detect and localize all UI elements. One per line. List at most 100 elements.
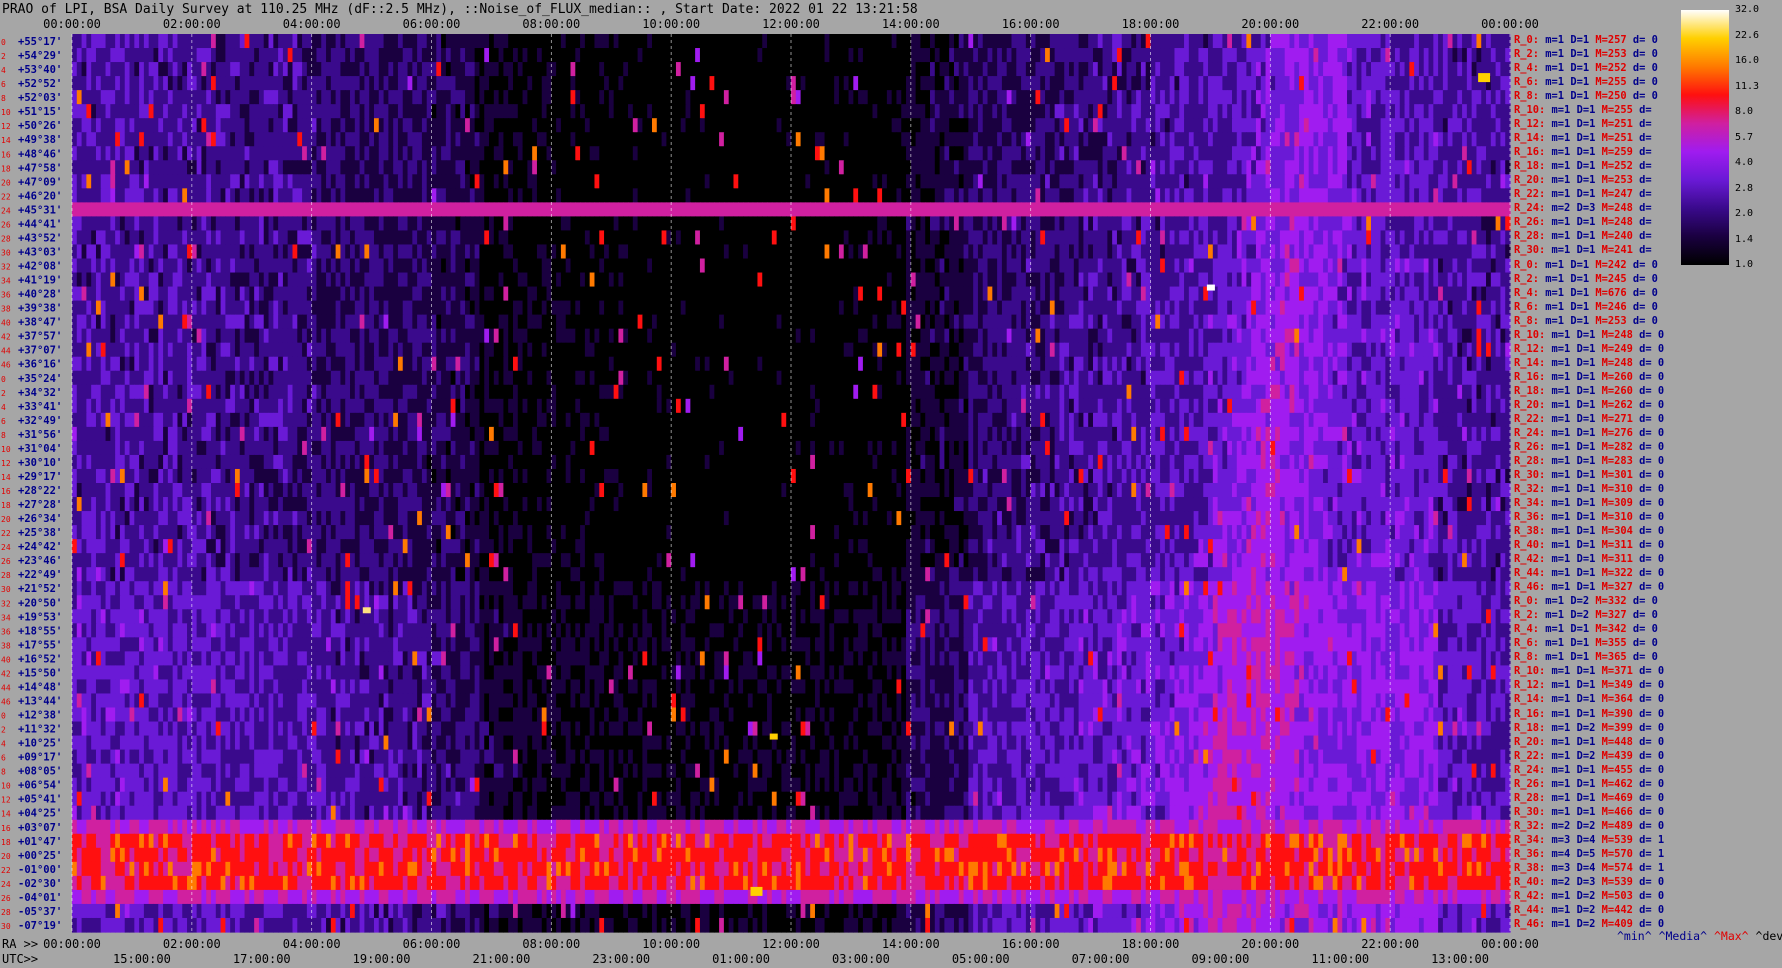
heatmap-cell — [245, 62, 250, 77]
heatmap-cell — [1107, 48, 1112, 63]
heatmap-cell — [796, 62, 801, 77]
heatmap-cell — [1069, 104, 1074, 119]
heatmap-cell — [561, 34, 566, 49]
heatmap-cell — [168, 104, 173, 119]
heatmap-cell — [441, 230, 446, 245]
heatmap-cell — [882, 48, 887, 63]
heatmap-cell — [628, 174, 633, 189]
heatmap-cell — [1424, 34, 1429, 49]
heatmap-cell — [733, 48, 738, 63]
heatmap-cell — [1098, 90, 1103, 105]
heatmap-cell — [1222, 174, 1227, 189]
heatmap-cell — [997, 244, 1002, 259]
heatmap-cell — [1218, 132, 1223, 147]
heatmap-cell — [1160, 76, 1165, 91]
heatmap-cell — [1189, 230, 1194, 245]
heatmap-cell — [331, 202, 336, 217]
heatmap-cell — [484, 76, 489, 91]
heatmap-cell — [1031, 62, 1036, 77]
heatmap-cell — [762, 118, 767, 133]
heatmap-cell — [590, 132, 595, 147]
heatmap-cell — [345, 90, 350, 105]
heatmap-cell — [460, 230, 465, 245]
heatmap-cell — [1467, 216, 1472, 231]
heatmap-cell — [1131, 244, 1136, 259]
heatmap-cell — [757, 188, 762, 203]
heatmap-cell — [503, 76, 508, 91]
heatmap-cell — [125, 104, 130, 119]
heatmap-cell — [1472, 104, 1477, 119]
heatmap-cell — [235, 62, 240, 77]
heatmap-cell — [724, 34, 729, 49]
heatmap-cell — [230, 216, 235, 231]
heatmap-cell — [479, 259, 484, 274]
heatmap-cell — [475, 146, 480, 161]
heatmap-cell — [1136, 202, 1141, 217]
heatmap-cell — [1213, 90, 1218, 105]
heatmap-cell — [527, 48, 532, 63]
heatmap-cell — [297, 118, 302, 133]
heatmap-cell — [710, 48, 715, 63]
heatmap-cell — [537, 146, 542, 161]
heatmap-cell — [892, 230, 897, 245]
heatmap-cell — [983, 174, 988, 189]
heatmap-cell — [489, 76, 494, 91]
heatmap-cell — [403, 244, 408, 259]
heatmap-cell — [662, 202, 667, 217]
heatmap-cell — [1002, 216, 1007, 231]
heatmap-cell — [326, 188, 331, 203]
heatmap-cell — [1198, 202, 1203, 217]
heatmap-cell — [1323, 118, 1328, 133]
heatmap-cell — [844, 230, 849, 245]
heatmap-cell — [508, 202, 513, 217]
heatmap-cell — [1347, 104, 1352, 119]
heatmap-cell — [398, 146, 403, 161]
heatmap-cell — [321, 118, 326, 133]
heatmap-cell — [225, 259, 230, 274]
heatmap-cell — [153, 104, 158, 119]
heatmap-cell — [1448, 104, 1453, 119]
heatmap-cell — [177, 76, 182, 91]
heatmap-cell — [1323, 62, 1328, 77]
heatmap-cell — [1491, 202, 1496, 217]
heatmap-cell — [1107, 90, 1112, 105]
heatmap-cell — [360, 216, 365, 231]
heatmap-cell — [125, 90, 130, 105]
heatmap-cell — [1294, 76, 1299, 91]
heatmap-cell — [316, 216, 321, 231]
heatmap-cell — [163, 62, 168, 77]
heatmap-cell — [101, 244, 106, 259]
heatmap-cell — [110, 62, 115, 77]
heatmap-cell — [1160, 62, 1165, 77]
heatmap-cell — [350, 216, 355, 231]
heatmap-cell — [216, 230, 221, 245]
heatmap-cell — [1270, 244, 1275, 259]
heatmap-cell — [652, 202, 657, 217]
heatmap-cell — [1189, 34, 1194, 49]
heatmap-cell — [321, 48, 326, 63]
heatmap-cell — [149, 202, 154, 217]
heatmap-cell — [451, 244, 456, 259]
heatmap-cell — [417, 230, 422, 245]
heatmap-cell — [997, 146, 1002, 161]
heatmap-cell — [245, 132, 250, 147]
heatmap-cell — [839, 188, 844, 203]
heatmap-cell — [638, 230, 643, 245]
heatmap-cell — [959, 48, 964, 63]
heatmap-cell — [1069, 48, 1074, 63]
heatmap-cell — [360, 202, 365, 217]
heatmap-cell — [1357, 34, 1362, 49]
heatmap-cell — [1035, 76, 1040, 91]
heatmap-cell — [1059, 48, 1064, 63]
heatmap-cell — [1476, 244, 1481, 259]
heatmap-cell — [134, 202, 139, 217]
heatmap-cell — [158, 188, 163, 203]
heatmap-cell — [1179, 48, 1184, 63]
heatmap-cell — [125, 230, 130, 245]
heatmap-cell — [1112, 160, 1117, 175]
heatmap-cell — [345, 118, 350, 133]
heatmap-cell — [130, 244, 135, 259]
heatmap-cell — [594, 34, 599, 49]
heatmap-cell — [470, 216, 475, 231]
heatmap-cell — [1179, 76, 1184, 91]
